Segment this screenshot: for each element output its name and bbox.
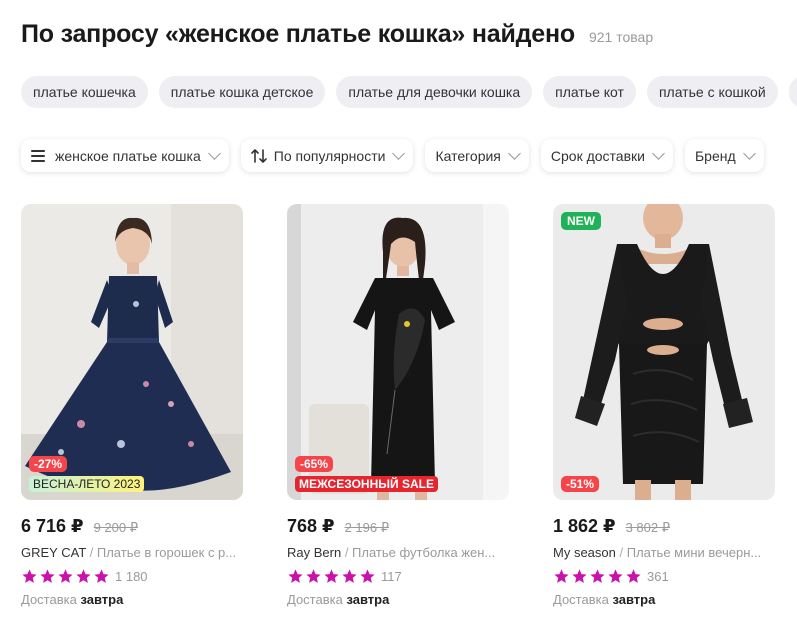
suggestion-chip[interactable]: платье кошечка [21, 76, 148, 108]
brand-filter-label: Бренд [694, 147, 736, 164]
star-icon [572, 569, 587, 583]
star-icon [306, 569, 321, 583]
delivery-filter-label: Срок доставки [550, 147, 645, 164]
product-card[interactable]: -27% ВЕСНА-ЛЕТО 2023 6 716 ₽ 9 200 ₽ GRE… [21, 204, 243, 607]
star-icon [324, 569, 339, 583]
star-icon [342, 569, 357, 583]
category-filter-label: Категория [435, 147, 501, 164]
review-count: 117 [381, 569, 402, 584]
chevron-down-icon [652, 146, 665, 160]
delivery-day: завтра [80, 592, 124, 607]
product-name: Платье в горошек с р... [96, 545, 237, 560]
star-icon [94, 569, 109, 583]
discount-badge: -65% [295, 456, 334, 472]
suggestion-chip[interactable]: платье с кошкой [646, 76, 778, 108]
product-image[interactable]: -27% ВЕСНА-ЛЕТО 2023 [21, 204, 243, 500]
old-price: 9 200 ₽ [93, 520, 138, 535]
delivery-day: завтра [346, 592, 390, 607]
product-card[interactable]: NEW -51% 1 862 ₽ 3 802 ₽ My season / Пла… [553, 204, 775, 607]
star-icon [76, 569, 91, 583]
delivery-info: Доставка завтра [287, 592, 509, 607]
results-count: 921 товар [588, 29, 654, 45]
price: 768 ₽ [287, 516, 335, 536]
discount-badge: -27% [29, 456, 68, 472]
delivery-label: Доставка [287, 592, 343, 607]
suggestion-chip[interactable]: платье для девочки кошка [336, 76, 533, 108]
star-icon [626, 569, 641, 583]
review-count: 1 180 [115, 569, 148, 584]
page-title: По запросу «женское платье кошка» найден… [21, 20, 575, 48]
star-icon [360, 569, 375, 583]
old-price: 2 196 ₽ [344, 520, 389, 535]
star-icon [58, 569, 73, 583]
product-image[interactable]: -65% МЕЖСЕЗОННЫЙ SALE [287, 204, 509, 500]
product-name: Платье футболка жен... [352, 545, 496, 560]
suggestion-chip[interactable]: платье кот [543, 76, 636, 108]
query-filter-label: женское платье кошка [55, 147, 201, 164]
product-title[interactable]: GREY CAT / Платье в горошек с р... [21, 545, 243, 560]
chevron-down-icon [508, 146, 521, 160]
query-filter-button[interactable]: женское платье кошка [21, 139, 229, 172]
star-icon [554, 569, 569, 583]
chevron-down-icon [392, 146, 406, 160]
review-count: 361 [647, 569, 669, 584]
price-row: 6 716 ₽ 9 200 ₽ [21, 516, 243, 537]
product-card[interactable]: -65% МЕЖСЕЗОННЫЙ SALE 768 ₽ 2 196 ₽ Ray … [287, 204, 509, 607]
sort-label: По популярности [273, 147, 386, 164]
suggestion-chips: платье кошечка платье кошка детское плат… [21, 76, 797, 108]
star-icon [608, 569, 623, 583]
delivery-label: Доставка [21, 592, 77, 607]
brand-name: My season [553, 545, 616, 560]
star-icon [288, 569, 303, 583]
menu-icon [31, 149, 45, 162]
price: 1 862 ₽ [553, 516, 616, 536]
suggestion-chip-overflow[interactable] [788, 76, 797, 108]
category-filter-button[interactable]: Категория [425, 139, 529, 172]
star-icon [22, 569, 37, 583]
suggestion-chip[interactable]: платье кошка детское [158, 76, 326, 108]
search-results-header: По запросу «женское платье кошка» найден… [21, 20, 653, 49]
product-title[interactable]: Ray Bern / Платье футболка жен... [287, 545, 509, 560]
delivery-filter-button[interactable]: Срок доставки [540, 139, 673, 172]
star-icon [590, 569, 605, 583]
product-title[interactable]: My season / Платье мини вечерн... [553, 545, 775, 560]
rating: 361 [553, 568, 775, 585]
brand-filter-button[interactable]: Бренд [684, 139, 764, 172]
delivery-day: завтра [612, 592, 656, 607]
sort-button[interactable]: По популярности [240, 139, 414, 172]
promo-badge: ВЕСНА-ЛЕТО 2023 [29, 476, 145, 492]
filter-bar: женское платье кошка По популярности Кат… [21, 139, 764, 172]
promo-badge: МЕЖСЕЗОННЫЙ SALE [295, 476, 438, 492]
delivery-label: Доставка [553, 592, 609, 607]
sort-icon [250, 148, 267, 163]
delivery-info: Доставка завтра [553, 592, 775, 607]
product-name: Платье мини вечерн... [626, 545, 762, 560]
rating: 1 180 [21, 568, 243, 585]
chevron-down-icon [207, 146, 221, 160]
old-price: 3 802 ₽ [625, 520, 670, 535]
price-row: 1 862 ₽ 3 802 ₽ [553, 516, 775, 537]
brand-name: Ray Bern [287, 545, 342, 560]
price-row: 768 ₽ 2 196 ₽ [287, 516, 509, 537]
price: 6 716 ₽ [21, 516, 84, 536]
chevron-down-icon [742, 146, 756, 160]
rating: 117 [287, 568, 509, 585]
discount-badge: -51% [561, 476, 600, 492]
delivery-info: Доставка завтра [21, 592, 243, 607]
star-icon [40, 569, 55, 583]
product-image[interactable]: NEW -51% [553, 204, 775, 500]
brand-name: GREY CAT [21, 545, 87, 560]
new-badge: NEW [561, 212, 601, 230]
